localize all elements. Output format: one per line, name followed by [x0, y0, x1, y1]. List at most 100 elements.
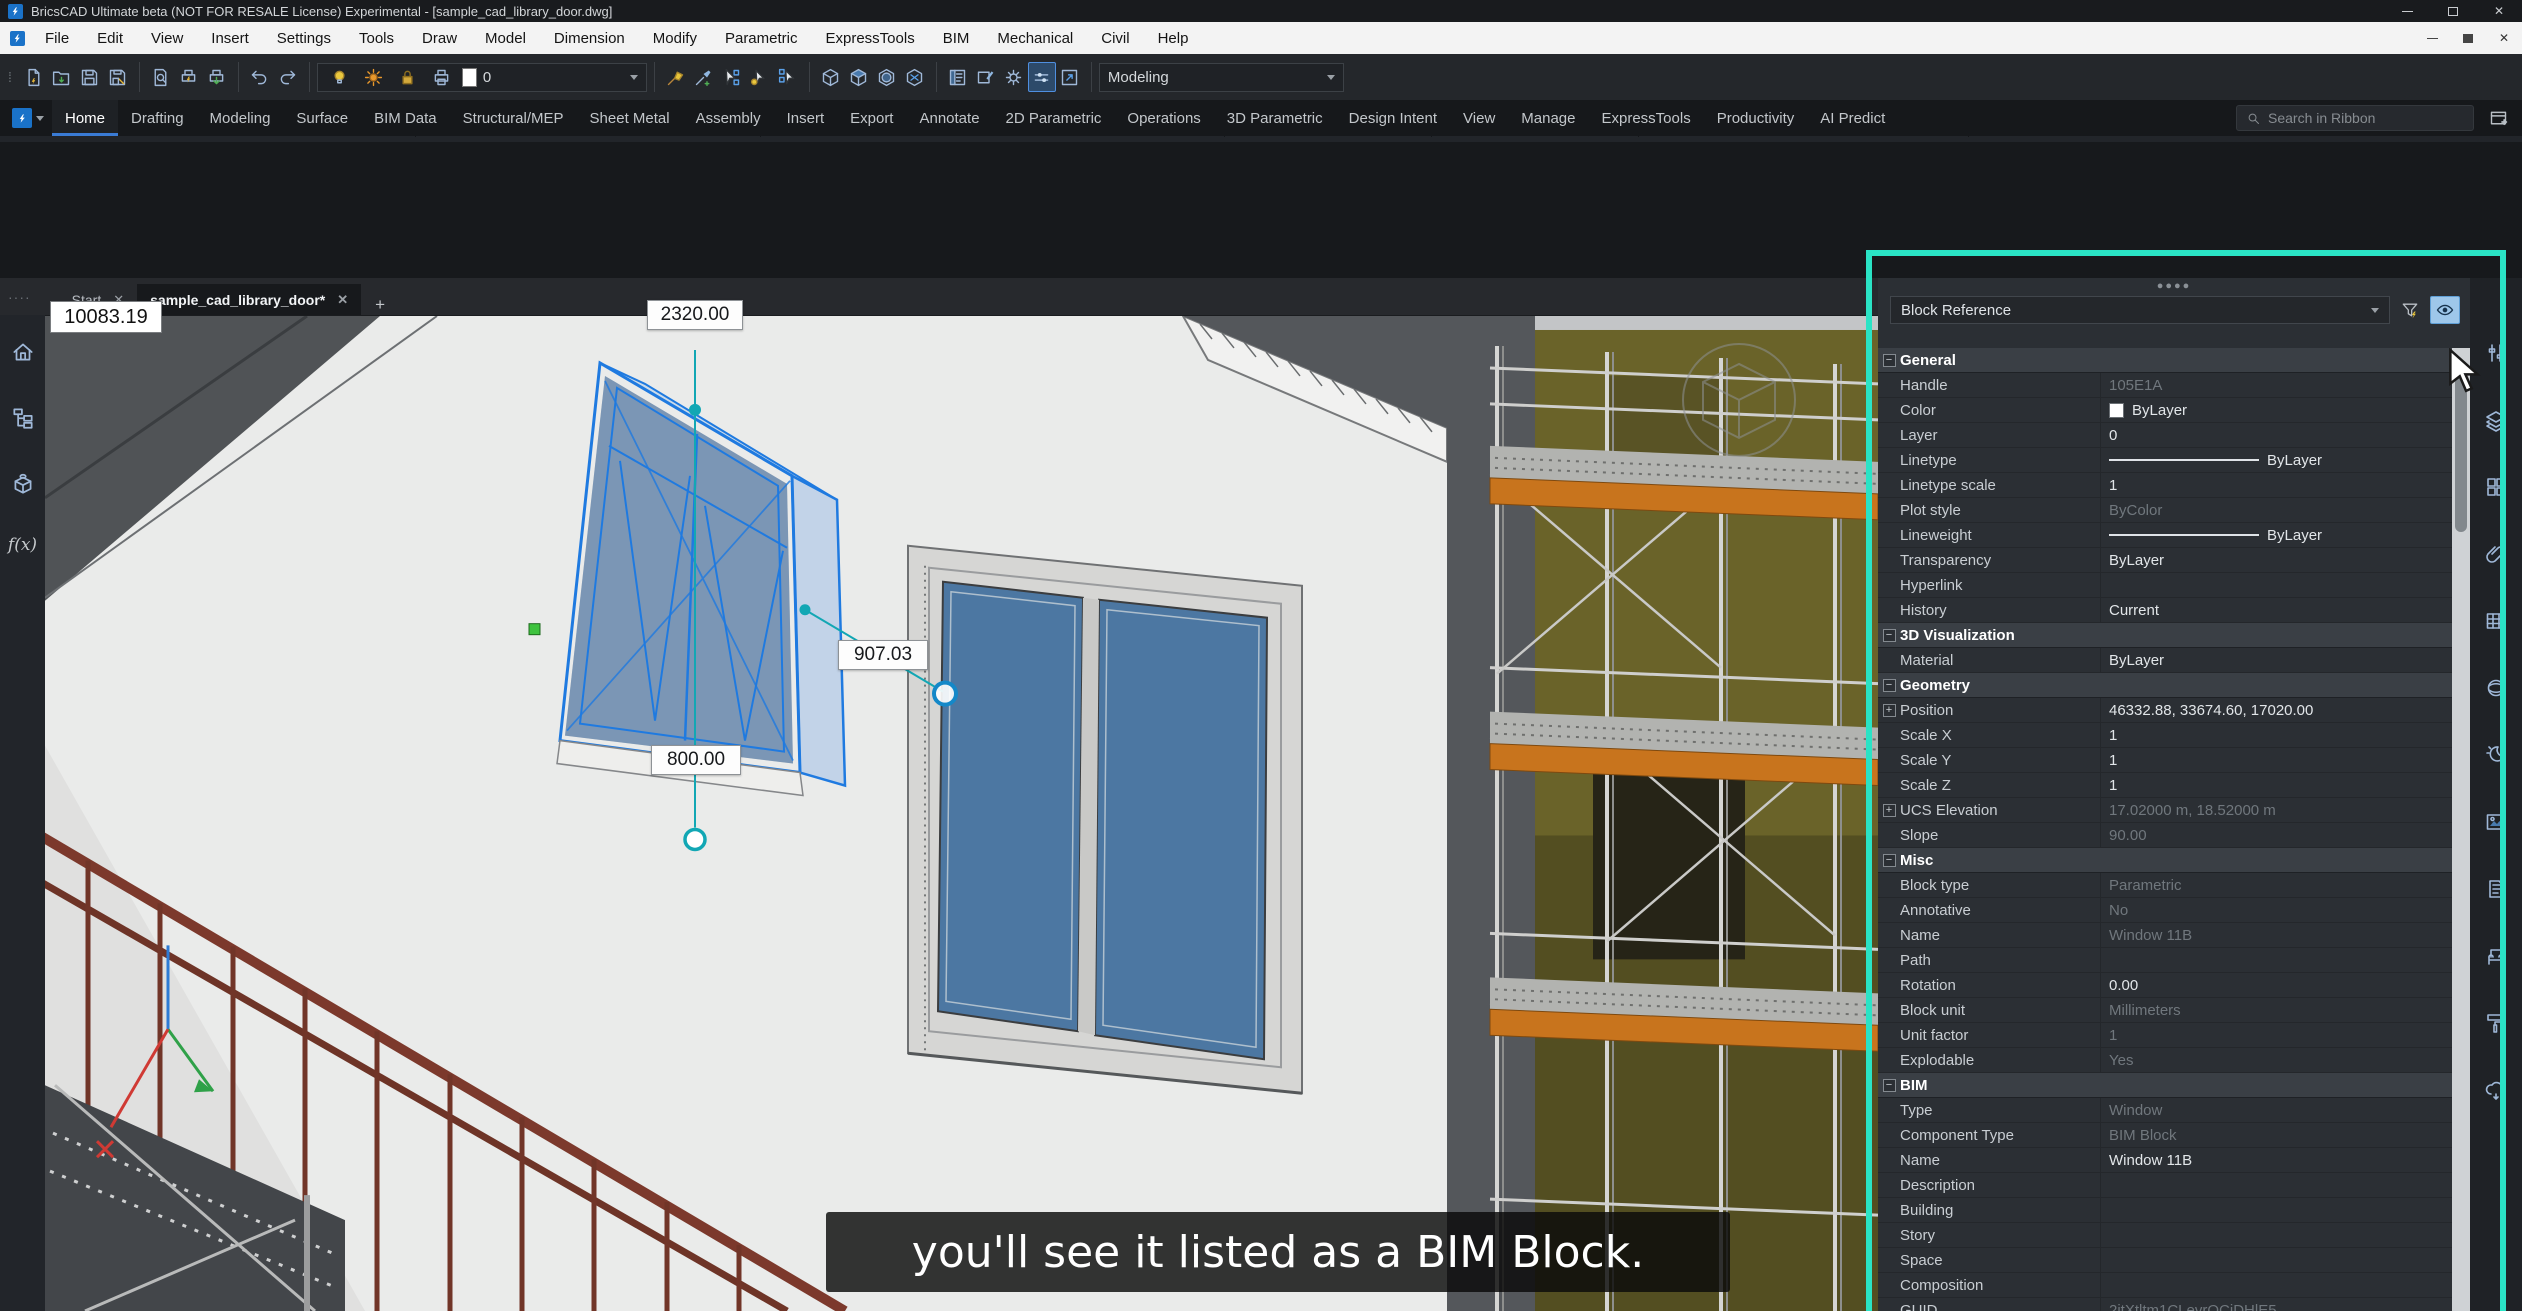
ribbon-logo-icon[interactable]: [12, 108, 32, 128]
doc-restore-button[interactable]: [2450, 31, 2486, 45]
sliders-icon[interactable]: [2482, 338, 2510, 368]
dropdown-caret-icon[interactable]: [1326, 74, 1335, 80]
materials-icon[interactable]: [2482, 673, 2510, 703]
table-icon[interactable]: [2482, 606, 2510, 636]
property-value[interactable]: 1: [2100, 1023, 2452, 1047]
property-value[interactable]: 0.00: [2100, 973, 2452, 997]
property-value[interactable]: 105E1A: [2100, 373, 2452, 397]
collapse-icon[interactable]: −: [1882, 1078, 1896, 1092]
menu-insert[interactable]: Insert: [197, 22, 263, 54]
property-row-slope[interactable]: Slope 90.00: [1878, 823, 2452, 848]
property-value[interactable]: 1: [2100, 748, 2452, 772]
property-value[interactable]: 2itXtltm1CLevrOCiDHlE5: [2100, 1298, 2452, 1311]
property-value[interactable]: Current: [2100, 598, 2452, 622]
redo-icon[interactable]: [274, 62, 302, 92]
cloudsync-icon[interactable]: [2482, 1075, 2510, 1105]
property-row-rotation[interactable]: Rotation 0.00: [1878, 973, 2452, 998]
print-preview-icon[interactable]: [147, 62, 175, 92]
undo-icon[interactable]: [246, 62, 274, 92]
property-value[interactable]: [2100, 1198, 2452, 1222]
property-row-linetype[interactable]: Linetype ByLayer: [1878, 448, 2452, 473]
lights-icon[interactable]: [2482, 740, 2510, 770]
property-row-scale-x[interactable]: Scale X 1: [1878, 723, 2452, 748]
expand-view-icon[interactable]: [1056, 62, 1084, 92]
property-value[interactable]: [2100, 1223, 2452, 1247]
property-value[interactable]: 1: [2100, 773, 2452, 797]
property-value[interactable]: ByLayer: [2100, 548, 2452, 572]
property-value[interactable]: 1: [2100, 723, 2452, 747]
property-value[interactable]: ByLayer: [2100, 398, 2452, 422]
publish-icon[interactable]: [203, 62, 231, 92]
property-row-block-type[interactable]: Block type Parametric: [1878, 873, 2452, 898]
property-row-handle[interactable]: Handle 105E1A: [1878, 373, 2452, 398]
menu-edit[interactable]: Edit: [83, 22, 137, 54]
ribbon-tab-operations[interactable]: Operations: [1114, 100, 1213, 136]
color-swatch[interactable]: [461, 67, 477, 87]
property-row-explodable[interactable]: Explodable Yes: [1878, 1048, 2452, 1073]
property-value[interactable]: [2100, 1248, 2452, 1272]
menu-file[interactable]: File: [31, 22, 83, 54]
property-value[interactable]: [2100, 948, 2452, 972]
save-as-icon[interactable]: [104, 62, 132, 92]
property-row-material[interactable]: Material ByLayer: [1878, 648, 2452, 673]
menu-view[interactable]: View: [137, 22, 197, 54]
property-row-story[interactable]: Story: [1878, 1223, 2452, 1248]
menu-civil[interactable]: Civil: [1087, 22, 1143, 54]
property-value[interactable]: 90.00: [2100, 823, 2452, 847]
color-swatch[interactable]: [2109, 402, 2124, 418]
cube-shade-icon[interactable]: [845, 62, 873, 92]
components-icon[interactable]: [9, 469, 37, 499]
ribbon-search-input[interactable]: Search in Ribbon: [2236, 105, 2474, 131]
property-row-building[interactable]: Building: [1878, 1198, 2452, 1223]
ribbon-tab-drafting[interactable]: Drafting: [118, 100, 197, 136]
property-row-layer[interactable]: Layer 0: [1878, 423, 2452, 448]
property-section-3d-visualization[interactable]: −3D Visualization: [1878, 623, 2452, 648]
render-icon[interactable]: [2482, 807, 2510, 837]
doc-tab-sample-cad-library-door-[interactable]: sample_cad_library_door* ✕: [137, 284, 362, 315]
ribbon-tab-export[interactable]: Export: [837, 100, 906, 136]
property-value[interactable]: Parametric: [2100, 873, 2452, 897]
ribbon-tab-surface[interactable]: Surface: [283, 100, 361, 136]
dimension-label-offset[interactable]: 907.03: [838, 640, 928, 670]
property-row-history[interactable]: History Current: [1878, 598, 2452, 623]
ribbon-panel-icon[interactable]: [2484, 103, 2512, 133]
menu-draw[interactable]: Draw: [408, 22, 471, 54]
ribbon-tab-productivity[interactable]: Productivity: [1704, 100, 1808, 136]
select-entities-button[interactable]: [2430, 296, 2460, 324]
property-section-bim[interactable]: − BIM: [1878, 1073, 2452, 1098]
roller-icon[interactable]: [2482, 1008, 2510, 1038]
property-row-space[interactable]: Space: [1878, 1248, 2452, 1273]
property-row-block-unit[interactable]: Block unit Millimeters: [1878, 998, 2452, 1023]
menu-modify[interactable]: Modify: [639, 22, 711, 54]
property-row-color[interactable]: Color ByLayer: [1878, 398, 2452, 423]
save-icon[interactable]: [76, 62, 104, 92]
new-tab-button[interactable]: +: [361, 295, 399, 315]
collapse-icon[interactable]: −: [1882, 628, 1896, 642]
property-row-guid[interactable]: GUID 2itXtltm1CLevrOCiDHlE5: [1878, 1298, 2452, 1311]
match-props-icon[interactable]: [662, 62, 690, 92]
property-value[interactable]: [2100, 573, 2452, 597]
printer-icon[interactable]: [428, 62, 456, 92]
property-row-lineweight[interactable]: Lineweight ByLayer: [1878, 523, 2452, 548]
ribbon-tab-manage[interactable]: Manage: [1508, 100, 1588, 136]
ribbon-tab-sheet-metal[interactable]: Sheet Metal: [577, 100, 683, 136]
open-file-icon[interactable]: [48, 62, 76, 92]
ribbon-tab-2d-parametric[interactable]: 2D Parametric: [993, 100, 1115, 136]
annotate-icon[interactable]: [972, 62, 1000, 92]
property-section-misc[interactable]: − Misc: [1878, 848, 2452, 873]
collapse-icon[interactable]: −: [1882, 853, 1896, 867]
structure-icon[interactable]: [9, 403, 37, 433]
property-value[interactable]: ByColor: [2100, 498, 2452, 522]
menu-help[interactable]: Help: [1144, 22, 1203, 54]
dropdown-caret-icon[interactable]: [629, 74, 638, 80]
layer-dropdown[interactable]: 0: [316, 62, 647, 92]
property-row-description[interactable]: Description: [1878, 1173, 2452, 1198]
property-row-linetype-scale[interactable]: Linetype scale 1: [1878, 473, 2452, 498]
property-row-hyperlink[interactable]: Hyperlink: [1878, 573, 2452, 598]
property-value[interactable]: Window: [2100, 1098, 2452, 1122]
property-row-ucs-elevation[interactable]: + UCS Elevation 17.02000 m, 18.52000 m: [1878, 798, 2452, 823]
select-add-icon[interactable]: [718, 62, 746, 92]
property-row-unit-factor[interactable]: Unit factor 1: [1878, 1023, 2452, 1048]
minimize-button[interactable]: [2384, 0, 2430, 22]
property-section-geometry[interactable]: − Geometry: [1878, 673, 2452, 698]
